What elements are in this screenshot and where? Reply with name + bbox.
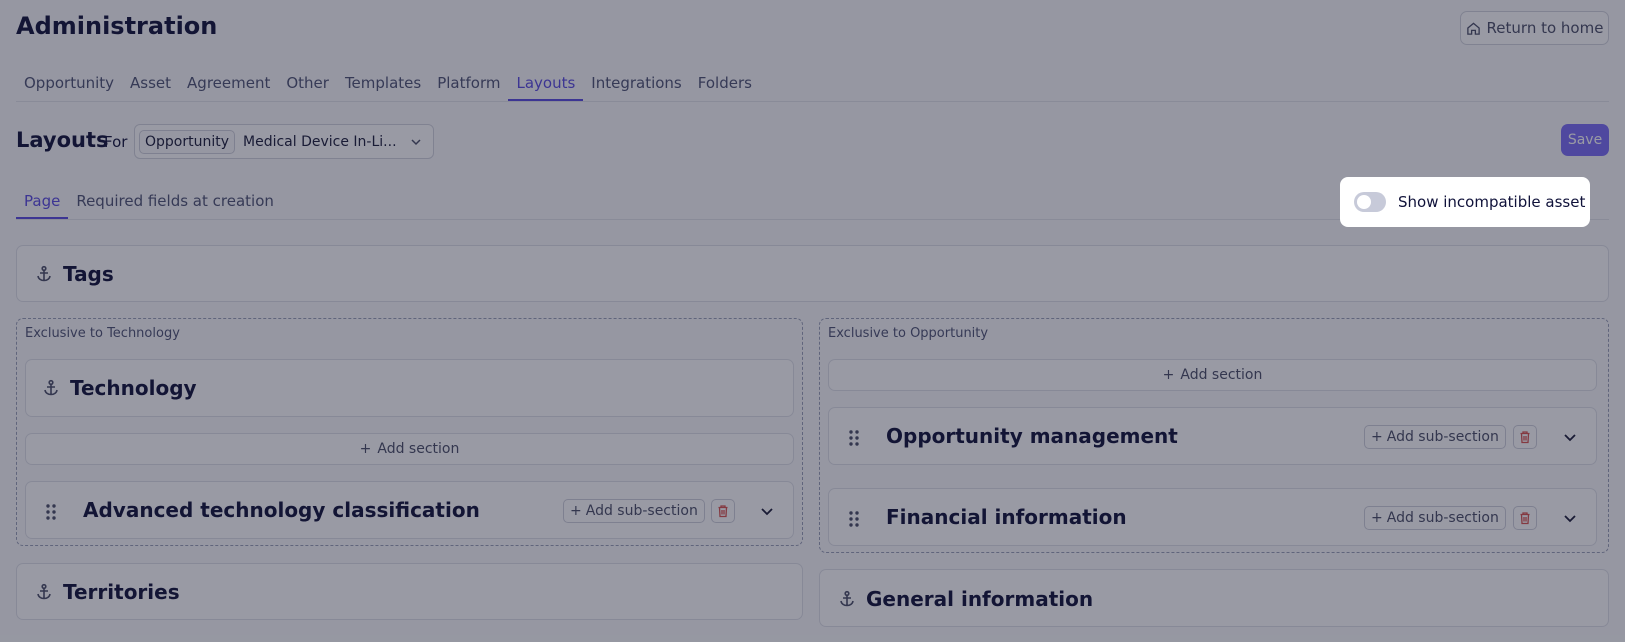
opportunity-management-section: Opportunity management + Add sub-section (828, 407, 1597, 465)
advanced-technology-section: Advanced technology classification + Add… (25, 481, 794, 539)
anchor-icon (840, 590, 854, 607)
layouts-toolbar: Layouts For Opportunity Medical Device I… (16, 124, 1609, 160)
section-title: General information (866, 587, 1094, 611)
chevron-down-icon[interactable] (1562, 510, 1578, 526)
layout-select[interactable]: Opportunity Medical Device In-Li... (134, 124, 434, 159)
tab-agreement[interactable]: Agreement (179, 66, 278, 101)
anchor-icon (44, 379, 58, 396)
section-title: Technology (70, 376, 197, 400)
section-title: Territories (63, 580, 180, 604)
tab-folders[interactable]: Folders (690, 66, 760, 101)
group-label: Exclusive to Technology (25, 326, 180, 341)
drag-handle-icon[interactable] (847, 509, 861, 529)
chevron-down-icon[interactable] (1562, 429, 1578, 445)
plus-icon: + (1371, 510, 1383, 526)
tab-other[interactable]: Other (278, 66, 337, 101)
drag-handle-icon[interactable] (847, 428, 861, 448)
plus-icon: + (359, 441, 372, 457)
tab-layouts[interactable]: Layouts (508, 66, 584, 101)
general-information-section: General information (819, 569, 1609, 627)
app-root: Administration Return to home Opportunit… (0, 0, 1625, 642)
tab-asset[interactable]: Asset (122, 66, 179, 101)
admin-tabs: Opportunity Asset Agreement Other Templa… (16, 66, 1609, 102)
add-section-label: Add section (1180, 367, 1263, 383)
section-title: Advanced technology classification (83, 498, 480, 522)
add-section-label: Add section (377, 441, 460, 457)
trash-icon (718, 505, 728, 518)
tab-templates[interactable]: Templates (337, 66, 429, 101)
delete-button[interactable] (1513, 506, 1537, 530)
return-home-label: Return to home (1486, 19, 1604, 37)
anchor-icon (37, 265, 51, 282)
add-section-button[interactable]: + Add section (828, 359, 1597, 391)
financial-information-section: Financial information + Add sub-section (828, 488, 1597, 546)
save-button[interactable]: Save (1561, 124, 1609, 156)
drag-handle-icon[interactable] (44, 502, 58, 522)
territories-section: Territories (16, 563, 803, 620)
section-title: Financial information (886, 505, 1127, 529)
group-label: Exclusive to Opportunity (828, 326, 989, 341)
add-sub-section-button[interactable]: + Add sub-section (563, 499, 705, 523)
anchor-icon (37, 583, 51, 600)
subtab-page[interactable]: Page (16, 182, 69, 219)
chevron-down-icon[interactable] (759, 503, 775, 519)
section-title: Opportunity management (886, 424, 1178, 448)
trash-icon (1520, 512, 1530, 525)
add-section-button[interactable]: + Add section (25, 433, 794, 465)
delete-button[interactable] (711, 499, 735, 523)
delete-button[interactable] (1513, 425, 1537, 449)
tab-opportunity[interactable]: Opportunity (16, 66, 122, 101)
add-sub-section-label: Add sub-section (585, 503, 698, 519)
tab-integrations[interactable]: Integrations (583, 66, 689, 101)
plus-icon: + (1371, 429, 1383, 445)
select-value: Medical Device In-Li... (243, 133, 397, 150)
tags-section: Tags (16, 245, 1609, 302)
trash-icon (1520, 431, 1530, 444)
technology-section: Technology (25, 359, 794, 417)
add-sub-section-label: Add sub-section (1386, 429, 1499, 445)
add-sub-section-label: Add sub-section (1386, 510, 1499, 526)
subtab-required-fields[interactable]: Required fields at creation (68, 182, 282, 219)
page-title: Administration (16, 12, 218, 40)
section-title: Tags (63, 262, 114, 286)
show-incompatible-switch[interactable] (1354, 192, 1386, 212)
plus-icon: + (1162, 367, 1175, 383)
add-sub-section-button[interactable]: + Add sub-section (1364, 425, 1506, 449)
show-incompatible-toggle-card: Show incompatible asset (1340, 177, 1590, 227)
for-label: For (104, 133, 128, 151)
chevron-down-icon (411, 139, 421, 146)
toggle-label: Show incompatible asset (1398, 193, 1586, 211)
tab-platform[interactable]: Platform (429, 66, 508, 101)
home-icon (1466, 21, 1480, 35)
add-sub-section-button[interactable]: + Add sub-section (1364, 506, 1506, 530)
plus-icon: + (570, 503, 582, 519)
return-home-button[interactable]: Return to home (1460, 11, 1609, 45)
select-chip: Opportunity (139, 129, 236, 154)
layouts-title: Layouts (16, 128, 109, 152)
